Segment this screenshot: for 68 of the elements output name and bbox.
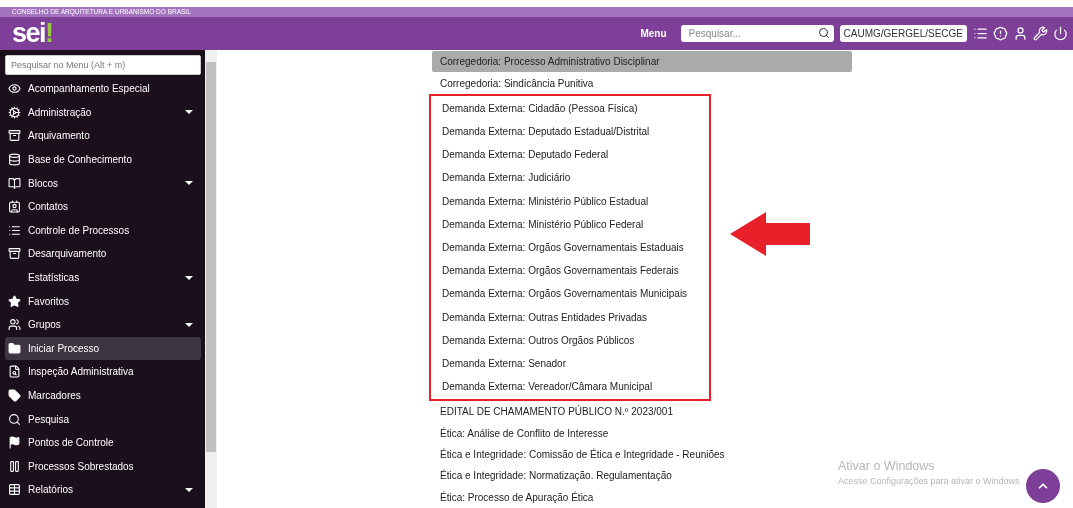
unit-selector[interactable]: CAUMG/GERGEL/SECGE — [839, 25, 967, 42]
gear-icon — [8, 105, 21, 119]
process-type-item[interactable]: Demanda Externa: Deputado Estadual/Distrital — [431, 119, 707, 144]
sidebar-item[interactable]: Marcadores — [5, 383, 201, 408]
flag-icon — [8, 436, 21, 450]
scrollbar[interactable] — [205, 50, 217, 508]
list-icon — [8, 223, 21, 237]
sidebar-item[interactable]: Iniciar Processo — [5, 336, 201, 361]
sidebar-item[interactable]: Processos Sobrestados — [5, 454, 201, 479]
pause-icon — [8, 459, 21, 473]
menu-link[interactable]: Menu — [640, 28, 667, 39]
process-type-item[interactable]: Demanda Externa: Orgãos Governamentais Estaduais — [431, 235, 707, 260]
arrow-icon — [730, 212, 810, 256]
sidebar-item[interactable]: Acompanhamento Especial — [5, 77, 201, 101]
user-icon[interactable] — [1013, 26, 1028, 41]
document-search-icon — [8, 365, 21, 379]
sidebar-item[interactable]: Relatórios — [5, 478, 201, 502]
sidebar-item[interactable]: Contatos — [5, 194, 201, 219]
sidebar-item[interactable]: Desarquivamento — [5, 242, 201, 266]
process-type-item[interactable]: EDITAL DE CHAMAMENTO PÚBLICO N.º 2023/001 — [432, 401, 852, 423]
folder-icon — [8, 341, 21, 355]
search-field[interactable]: Pesquisar... — [680, 25, 834, 42]
logo[interactable]: sei! — [12, 20, 53, 47]
process-type-item[interactable]: Demanda Externa: Ministério Público Federal — [431, 212, 707, 236]
process-type-item[interactable]: Demanda Externa: Vereador/Câmara Municipal — [431, 374, 707, 399]
archive-box-icon — [8, 247, 21, 261]
process-type-item[interactable]: Demanda Externa: Outros Orgãos Públicos — [431, 328, 707, 352]
process-type-item[interactable]: Demanda Externa: Judiciário — [431, 166, 707, 190]
process-type-item[interactable]: Demanda Externa: Outras Entidades Privadas — [431, 305, 707, 329]
sidebar-item[interactable]: Arquivamento — [5, 124, 201, 148]
star-icon — [8, 294, 21, 308]
activation-notice: Ativar o Windows Acesse Configurações para ativar o Windows — [838, 459, 1020, 486]
process-type-item[interactable]: Demanda Externa: Cidadão (Pessoa Física) — [431, 96, 707, 120]
sidebar-item[interactable]: Administração — [5, 100, 201, 125]
search-icon — [8, 412, 21, 426]
sidebar-item[interactable]: Blocos — [5, 171, 201, 195]
sidebar-item[interactable]: Controle de Processos — [5, 218, 201, 243]
table-icon — [8, 483, 21, 497]
process-type-item[interactable]: Ética: Análise de Conflito de Interesse — [432, 422, 852, 444]
process-type-item[interactable]: Demanda Externa: Ministério Público Estadual — [431, 189, 707, 213]
eye-icon — [8, 82, 21, 96]
process-type-item[interactable]: Demanda Externa: Orgãos Governamentais Federais — [431, 259, 707, 283]
sidebar-item[interactable]: Estatísticas — [5, 265, 201, 290]
process-type-item[interactable]: Corregedoria: Sindicância Punitiva — [432, 72, 852, 94]
contact-card-icon — [8, 200, 21, 214]
sidebar-item[interactable]: Favoritos — [5, 289, 201, 313]
sidebar-item[interactable]: Pontos de Controle — [5, 430, 201, 455]
people-icon — [8, 318, 21, 332]
menu-search-field[interactable]: Pesquisar no Menu (Alt + m) — [5, 55, 201, 75]
process-type-item[interactable]: Demanda Externa: Orgãos Governamentais Municipais — [431, 282, 707, 306]
sidebar-item[interactable]: Grupos — [5, 312, 201, 337]
alert-badge-icon[interactable] — [993, 26, 1008, 41]
power-icon[interactable] — [1053, 26, 1068, 41]
sidebar-item[interactable]: Inspeção Administrativa — [5, 360, 201, 384]
list-icon[interactable] — [973, 26, 988, 41]
process-type-item[interactable]: Demanda Externa: Senador — [431, 351, 707, 375]
book-icon — [8, 176, 21, 190]
sidebar-item[interactable]: Pesquisa — [5, 407, 201, 431]
tag-icon — [8, 389, 21, 402]
database-icon — [8, 153, 21, 167]
sidebar-item[interactable]: Base de Conhecimento — [5, 147, 201, 172]
process-type-item[interactable]: Demanda Externa: Deputado Federal — [431, 143, 707, 167]
search-icon[interactable] — [817, 27, 830, 39]
process-type-item[interactable]: Ética: Processo de Apuração Ética — [432, 486, 852, 508]
process-type-item[interactable]: Corregedoria: Processo Administrativo Disciplinar — [432, 51, 852, 73]
tools-icon[interactable] — [1033, 26, 1048, 41]
archive-box-icon — [8, 129, 21, 143]
scroll-top-button[interactable] — [1026, 469, 1060, 503]
